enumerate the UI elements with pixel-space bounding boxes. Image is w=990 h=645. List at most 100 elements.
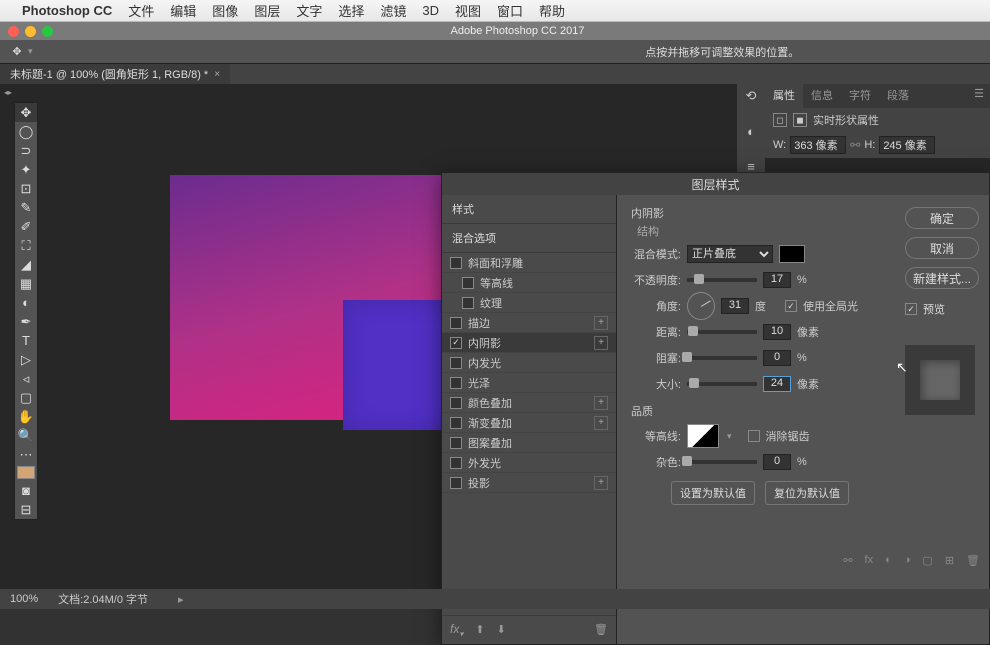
style-inner-shadow[interactable]: 内阴影+ [442, 333, 616, 353]
close-tab-icon[interactable]: × [214, 69, 220, 80]
eraser-tool[interactable]: ◢ [15, 255, 37, 274]
app-name[interactable]: Photoshop CC [22, 3, 112, 18]
menu-type[interactable]: 文字 [296, 1, 322, 20]
choke-slider[interactable] [687, 356, 757, 360]
reset-default-button[interactable]: 复位为默认值 [765, 481, 849, 505]
link-wh-icon[interactable]: ⚯ [850, 138, 860, 152]
dropdown-arrow-icon[interactable]: ▾ [28, 46, 33, 57]
inner-shadow-checkbox[interactable] [450, 337, 462, 349]
angle-dial[interactable] [687, 292, 715, 320]
contour-swatch[interactable] [687, 424, 719, 448]
minimize-window-button[interactable] [25, 26, 36, 37]
down-arrow-icon[interactable]: ⬇ [497, 623, 506, 636]
lasso-tool[interactable]: ⊃ [15, 141, 37, 160]
opacity-slider[interactable] [687, 278, 757, 282]
gradient-tool[interactable]: ▦ [15, 274, 37, 293]
menu-file[interactable]: 文件 [128, 1, 154, 20]
crop-tool[interactable]: ⊡ [15, 179, 37, 198]
delete-layer-icon[interactable]: 🗑 [966, 554, 980, 567]
menu-image[interactable]: 图像 [212, 1, 238, 20]
quickmask-tool[interactable]: ◙ [15, 481, 37, 500]
status-arrow-icon[interactable]: ▸ [178, 593, 184, 606]
width-input[interactable] [790, 136, 846, 154]
hand-tool[interactable]: ✋ [15, 407, 37, 426]
adjustment-icon[interactable]: ◑ [904, 554, 911, 567]
gradient-overlay-checkbox[interactable] [450, 417, 462, 429]
screen-mode-tool[interactable]: ⊟ [15, 500, 37, 519]
pattern-overlay-checkbox[interactable] [450, 437, 462, 449]
stroke-checkbox[interactable] [450, 317, 462, 329]
size-value[interactable]: 24 [763, 376, 791, 392]
contour-checkbox[interactable] [462, 277, 474, 289]
maximize-window-button[interactable] [42, 26, 53, 37]
pen-tool[interactable]: ✒ [15, 312, 37, 331]
gradient-overlay-add-icon[interactable]: + [594, 416, 608, 430]
menu-window[interactable]: 窗口 [497, 1, 523, 20]
dialog-titlebar[interactable]: 图层样式 [442, 173, 989, 195]
style-drop-shadow[interactable]: 投影+ [442, 473, 616, 493]
doc-info[interactable]: 文档:2.04M/0 字节 [58, 591, 148, 607]
bevel-checkbox[interactable] [450, 257, 462, 269]
style-gradient-overlay[interactable]: 渐变叠加+ [442, 413, 616, 433]
style-bevel[interactable]: 斜面和浮雕 [442, 253, 616, 273]
menu-edit[interactable]: 编辑 [170, 1, 196, 20]
distance-value[interactable]: 10 [763, 324, 791, 340]
antialias-checkbox[interactable] [748, 430, 760, 442]
layer-mask-icon[interactable]: ◐ [885, 554, 892, 567]
angle-value[interactable]: 31 [721, 298, 749, 314]
style-texture[interactable]: 纹理 [442, 293, 616, 313]
style-outer-glow[interactable]: 外发光 [442, 453, 616, 473]
noise-value[interactable]: 0 [763, 454, 791, 470]
menu-3d[interactable]: 3D [422, 3, 439, 18]
texture-checkbox[interactable] [462, 297, 474, 309]
tab-info[interactable]: 信息 [803, 84, 841, 108]
style-contour[interactable]: 等高线 [442, 273, 616, 293]
group-icon[interactable]: ▢ [922, 554, 932, 567]
path-tool[interactable]: ▷ [15, 350, 37, 369]
choke-value[interactable]: 0 [763, 350, 791, 366]
opacity-value[interactable]: 17 [763, 272, 791, 288]
color-overlay-add-icon[interactable]: + [594, 396, 608, 410]
expand-arrows-icon[interactable]: ◂▸ [4, 88, 12, 97]
menu-select[interactable]: 选择 [338, 1, 364, 20]
brush-tool[interactable]: ✐ [15, 217, 37, 236]
inner-shadow-add-icon[interactable]: + [594, 336, 608, 350]
height-input[interactable] [879, 136, 935, 154]
ok-button[interactable]: 确定 [905, 207, 979, 229]
marquee-tool[interactable]: ◯ [15, 122, 37, 141]
fx-icon[interactable]: fx▾ [450, 622, 463, 638]
menu-layer[interactable]: 图层 [254, 1, 280, 20]
direct-select-tool[interactable]: ◃ [15, 369, 37, 388]
set-default-button[interactable]: 设置为默认值 [671, 481, 755, 505]
noise-slider[interactable] [687, 460, 757, 464]
style-stroke[interactable]: 描边+ [442, 313, 616, 333]
move-tool[interactable]: ✥ [15, 103, 37, 122]
menu-filter[interactable]: 滤镜 [380, 1, 406, 20]
tab-paragraph[interactable]: 段落 [879, 84, 917, 108]
styles-header[interactable]: 样式 [442, 195, 616, 224]
tab-properties[interactable]: 属性 [765, 84, 803, 108]
zoom-level[interactable]: 100% [10, 593, 38, 605]
eyedropper-tool[interactable]: ✎ [15, 198, 37, 217]
stamp-tool[interactable]: ⛶ [15, 236, 37, 255]
up-arrow-icon[interactable]: ⬆ [475, 623, 484, 636]
history-panel-icon[interactable]: ⟲ [743, 88, 759, 104]
menu-view[interactable]: 视图 [455, 1, 481, 20]
more-tool[interactable]: ⋯ [15, 445, 37, 464]
new-style-button[interactable]: 新建样式... [905, 267, 979, 289]
trash-icon[interactable]: 🗑 [594, 623, 608, 636]
stroke-add-icon[interactable]: + [594, 316, 608, 330]
color-swatches[interactable] [15, 464, 37, 481]
wand-tool[interactable]: ✦ [15, 160, 37, 179]
blend-mode-select[interactable]: 正片叠底 [687, 245, 773, 263]
style-inner-glow[interactable]: 内发光 [442, 353, 616, 373]
style-color-overlay[interactable]: 颜色叠加+ [442, 393, 616, 413]
move-tool-icon[interactable]: ✥ [8, 43, 26, 61]
cancel-button[interactable]: 取消 [905, 237, 979, 259]
preview-checkbox[interactable] [905, 303, 917, 315]
foreground-swatch[interactable] [17, 466, 35, 479]
drop-shadow-add-icon[interactable]: + [594, 476, 608, 490]
global-light-checkbox[interactable] [785, 300, 797, 312]
shadow-color-swatch[interactable] [779, 245, 805, 263]
tab-character[interactable]: 字符 [841, 84, 879, 108]
